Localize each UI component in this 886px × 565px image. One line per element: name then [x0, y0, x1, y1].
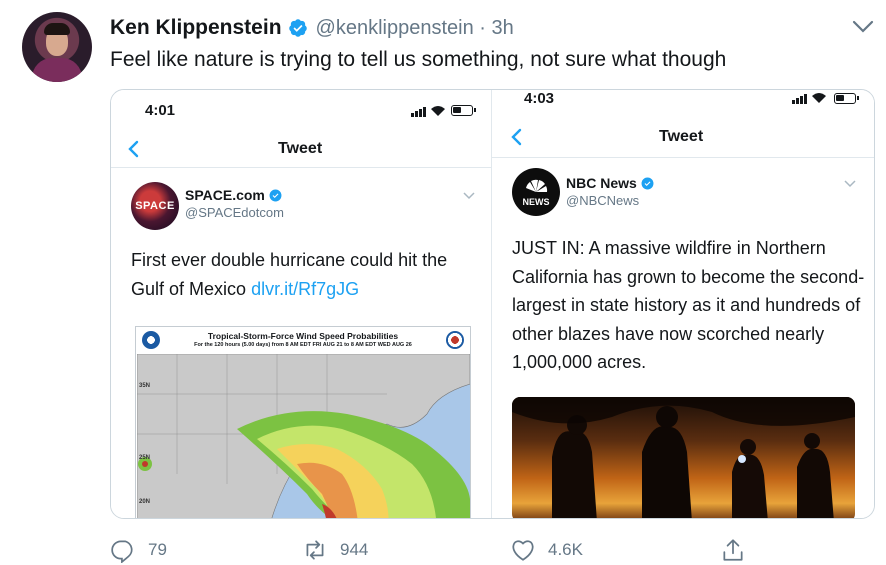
verified-badge-icon — [269, 189, 282, 201]
verified-badge-icon — [641, 177, 654, 189]
tweet-media-card[interactable]: 4:01 Tweet SPACE SPACE.com @SPACEdotcom … — [110, 89, 875, 519]
lat-label-25n: 25N — [139, 455, 151, 461]
map-title: Tropical-Storm-Force Wind Speed Probabil… — [207, 331, 399, 341]
map-graphic — [137, 354, 470, 518]
nav-title: Tweet — [659, 128, 704, 145]
account-name[interactable]: SPACE.com — [185, 187, 282, 203]
nbc-tweet-body: JUST IN: A massive wildfire in Northern … — [512, 238, 865, 373]
nbc-logo[interactable]: NEWS — [512, 168, 560, 216]
navbar: Tweet — [492, 118, 874, 158]
tweet-header: Ken Klippenstein @kenklippenstein · 3h — [110, 14, 514, 42]
author-avatar[interactable] — [22, 12, 92, 82]
back-chevron-icon[interactable] — [510, 128, 522, 146]
signal-icon — [792, 94, 807, 104]
nav-title: Tweet — [278, 140, 323, 157]
nbc-screenshot[interactable]: 4:03 Tweet NEWS NBC News @NBCNews JUST I… — [492, 90, 874, 518]
account-name-text: NBC News — [566, 175, 637, 191]
account-name[interactable]: NBC News — [566, 175, 654, 191]
verified-badge-icon — [288, 19, 307, 37]
nbc-peacock-icon: NEWS — [523, 179, 550, 207]
nbc-logo-text: NEWS — [523, 197, 550, 207]
status-time: 4:03 — [524, 90, 555, 107]
back-chevron-icon[interactable] — [127, 140, 139, 158]
space-tweet-link[interactable]: dlvr.it/Rf7gJG — [251, 279, 359, 299]
space-tweet-body: First ever double hurricane could hit th… — [131, 246, 481, 303]
space-screenshot[interactable]: 4:01 Tweet SPACE SPACE.com @SPACEdotcom … — [111, 90, 492, 518]
like-icon — [512, 540, 534, 561]
lat-label-20n: 20N — [139, 499, 151, 505]
author-name[interactable]: Ken Klippenstein — [110, 16, 282, 40]
chevron-down-icon[interactable] — [463, 192, 475, 200]
account-handle[interactable]: @NBCNews — [566, 193, 639, 208]
signal-icon — [411, 107, 426, 117]
tweet-actions: 79 944 4.6K — [0, 537, 886, 565]
retweet-icon — [306, 540, 324, 560]
tweet-text: Feel like nature is trying to tell us so… — [110, 48, 727, 71]
reply-icon — [111, 540, 133, 563]
like-button[interactable]: 4.6K — [510, 537, 583, 563]
space-logo-text: SPACE — [135, 200, 175, 212]
reply-button[interactable]: 79 — [110, 537, 167, 563]
battery-icon — [834, 93, 859, 104]
account-name-text: SPACE.com — [185, 187, 265, 203]
retweet-count: 944 — [340, 540, 369, 559]
chevron-down-icon[interactable] — [852, 20, 874, 34]
lat-label-35n: 35N — [139, 383, 151, 389]
firefighters-silhouette — [512, 397, 855, 518]
navbar: Tweet — [111, 128, 491, 168]
like-count: 4.6K — [548, 540, 583, 559]
author-handle-and-time[interactable]: @kenklippenstein · 3h — [316, 17, 514, 40]
account-handle[interactable]: @SPACEdotcom — [185, 205, 284, 220]
hurricane-probability-map[interactable]: Tropical-Storm-Force Wind Speed Probabil… — [135, 326, 471, 518]
battery-icon — [451, 105, 476, 116]
space-logo[interactable]: SPACE — [131, 182, 179, 230]
reply-count: 79 — [148, 540, 167, 559]
wifi-icon — [812, 93, 826, 103]
status-time: 4:01 — [145, 102, 176, 119]
chevron-down-icon[interactable] — [844, 180, 856, 188]
share-button[interactable] — [720, 537, 746, 563]
retweet-button[interactable]: 944 — [302, 537, 368, 563]
wifi-icon — [431, 106, 445, 116]
map-subtitle: For the 120 hours (5.00 days) from 8 AM … — [194, 342, 412, 348]
share-icon — [723, 539, 743, 561]
wildfire-photo[interactable] — [512, 397, 855, 518]
